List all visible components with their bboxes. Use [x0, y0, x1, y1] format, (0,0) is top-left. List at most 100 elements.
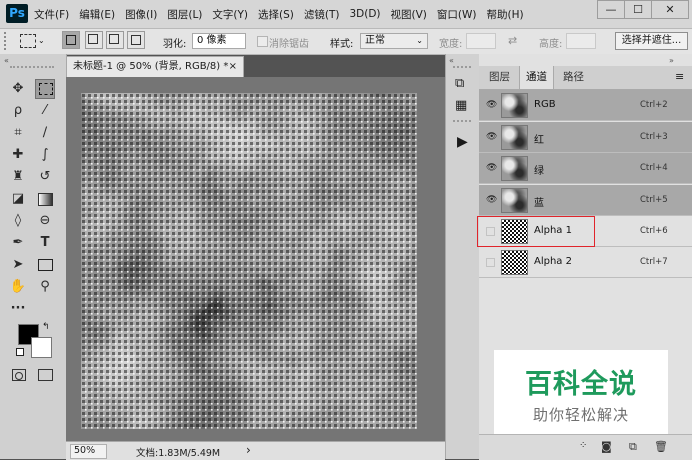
marquee-preset-icon[interactable] — [20, 34, 36, 48]
style-select[interactable]: 正常 ⌄ — [360, 33, 428, 49]
marquee-icon[interactable] — [35, 79, 55, 99]
toolbox-collapse-icon[interactable]: « — [4, 56, 9, 65]
intersect-selection-button[interactable] — [127, 31, 145, 49]
menu-item[interactable]: 滤镜(T) — [304, 7, 340, 22]
blur-icon[interactable]: ◊ — [8, 211, 28, 231]
channel-row[interactable]: 👁 RGB Ctrl+2 — [479, 90, 692, 121]
zoom-level-field[interactable]: 50% — [70, 444, 107, 459]
tab-layers[interactable]: 图层 — [483, 66, 516, 89]
crop-icon[interactable]: ⌗ — [8, 123, 28, 143]
eraser-icon[interactable]: ◪ — [8, 189, 28, 209]
clone-stamp-icon[interactable]: ♜ — [8, 167, 28, 187]
eye-icon[interactable]: 👁 — [486, 101, 497, 110]
history-panel-icon[interactable]: ⧉ — [455, 76, 464, 91]
more-tools-icon[interactable]: ··· — [8, 299, 28, 319]
default-colors-icon[interactable] — [16, 348, 24, 356]
maximize-button[interactable]: ☐ — [624, 0, 652, 19]
eye-icon[interactable]: 👁 — [486, 164, 497, 173]
hand-icon[interactable]: ✋ — [8, 277, 28, 297]
menu-item[interactable]: 图层(L) — [167, 7, 202, 22]
channel-row[interactable]: 👁 蓝 Ctrl+5 — [479, 185, 692, 216]
height-input[interactable] — [566, 33, 596, 49]
play-action-icon[interactable]: ▶ — [457, 134, 468, 150]
menu-item[interactable]: 编辑(E) — [79, 7, 115, 22]
gradient-icon[interactable] — [35, 189, 55, 209]
toolbox: « ✥ ρ ⁄ ⌗ ∕ ✚ ∫ ♜ ↺ ◪ ◊ ⊖ ✒ T ➤ ✋ ⚲ ··· … — [0, 54, 67, 459]
swap-colors-icon[interactable]: ↰ — [42, 322, 50, 332]
channel-row[interactable]: 👁 绿 Ctrl+4 — [479, 153, 692, 184]
preset-chevron-icon[interactable]: ⌄ — [38, 36, 45, 45]
close-icon[interactable]: × — [229, 57, 237, 77]
menu-item[interactable]: 文件(F) — [34, 7, 69, 22]
brush-icon[interactable]: ∫ — [35, 145, 55, 165]
menu-item[interactable]: 选择(S) — [258, 7, 294, 22]
style-label: 样式: — [330, 39, 354, 50]
minimize-button[interactable]: — — [597, 0, 625, 19]
channel-shortcut: Ctrl+3 — [640, 132, 668, 142]
background-color-swatch[interactable] — [31, 337, 52, 358]
rectangle-shape-icon[interactable] — [35, 255, 55, 275]
quick-mask-icon[interactable] — [12, 369, 26, 381]
feather-input[interactable]: 0 像素 — [192, 33, 246, 49]
channel-row[interactable]: Alpha 1 Ctrl+6 — [479, 216, 692, 247]
channel-thumbnail — [501, 125, 528, 150]
menu-item[interactable]: 窗口(W) — [437, 7, 477, 22]
lasso-icon[interactable]: ρ — [8, 101, 28, 121]
channel-row[interactable]: Alpha 2 Ctrl+7 — [479, 247, 692, 278]
document-canvas[interactable] — [81, 93, 417, 429]
dodge-icon[interactable]: ⊖ — [35, 211, 55, 231]
channel-thumbnail — [501, 156, 528, 181]
menu-item[interactable]: 文字(Y) — [212, 7, 248, 22]
antialias-checkbox[interactable] — [257, 36, 268, 47]
menu-item[interactable]: 视图(V) — [391, 7, 427, 22]
close-button[interactable]: ✕ — [651, 0, 689, 19]
channel-name: 绿 — [534, 166, 544, 177]
magic-wand-icon[interactable]: ⁄ — [35, 101, 55, 121]
style-select-value: 正常 — [365, 35, 385, 46]
menu-item[interactable]: 帮助(H) — [487, 7, 524, 22]
channel-row[interactable]: 👁 红 Ctrl+3 — [479, 122, 692, 153]
eye-icon[interactable]: 👁 — [486, 133, 497, 142]
document-tab[interactable]: 未标题-1 @ 50% (背景, RGB/8) * × — [66, 56, 244, 77]
type-icon[interactable]: T — [35, 233, 55, 253]
watermark-subtitle: 助你轻松解决 — [532, 406, 629, 424]
panel-menu-icon[interactable]: ≡ — [675, 70, 684, 83]
width-input[interactable] — [466, 33, 496, 49]
history-brush-icon[interactable]: ↺ — [35, 167, 55, 187]
load-selection-icon[interactable]: ⁘ — [579, 440, 587, 451]
status-menu-arrow-icon[interactable]: › — [246, 443, 251, 457]
healing-brush-icon[interactable]: ✚ — [8, 145, 28, 165]
eyedropper-icon[interactable]: ∕ — [35, 123, 55, 143]
channel-name: Alpha 2 — [534, 256, 572, 267]
channel-shortcut: Ctrl+2 — [640, 100, 668, 110]
eye-icon[interactable]: 👁 — [486, 196, 497, 205]
tab-paths[interactable]: 路径 — [557, 66, 590, 89]
swap-icon[interactable]: ⇄ — [508, 34, 517, 47]
zoom-icon[interactable]: ⚲ — [35, 277, 55, 297]
menu-item[interactable]: 3D(D) — [349, 8, 380, 20]
move-icon[interactable]: ✥ — [8, 79, 28, 99]
channel-thumbnail — [501, 250, 528, 275]
height-label: 高度: — [539, 39, 563, 50]
dock-expand-icon[interactable]: « — [449, 56, 454, 65]
antialias-label: 消除锯齿 — [269, 39, 309, 50]
visibility-toggle[interactable] — [486, 227, 495, 236]
watermark: 百科全说 助你轻松解决 — [494, 350, 668, 434]
new-selection-button[interactable] — [62, 31, 80, 49]
subtract-selection-button[interactable] — [106, 31, 124, 49]
delete-channel-icon[interactable]: 🗑 — [654, 440, 668, 453]
path-selection-icon[interactable]: ➤ — [8, 255, 28, 275]
visibility-toggle[interactable] — [486, 258, 495, 267]
screen-mode-icon[interactable] — [38, 369, 53, 381]
panel-collapse-icon[interactable]: » — [669, 56, 674, 65]
tab-channels[interactable]: 通道 — [519, 66, 554, 89]
menu-items: 文件(F) 编辑(E) 图像(I) 图层(L) 文字(Y) 选择(S) 滤镜(T) 3D(D)… — [34, 0, 534, 28]
pen-icon[interactable]: ✒ — [8, 233, 28, 253]
new-channel-icon[interactable]: ⧉ — [629, 440, 637, 454]
menu-item[interactable]: 图像(I) — [125, 7, 157, 22]
save-selection-icon[interactable]: ◙ — [601, 440, 612, 453]
properties-panel-icon[interactable]: ▦ — [455, 98, 467, 113]
select-and-mask-button[interactable]: 选择并遮住... — [615, 32, 688, 50]
channel-shortcut: Ctrl+5 — [640, 195, 668, 205]
add-selection-button[interactable] — [85, 31, 103, 49]
